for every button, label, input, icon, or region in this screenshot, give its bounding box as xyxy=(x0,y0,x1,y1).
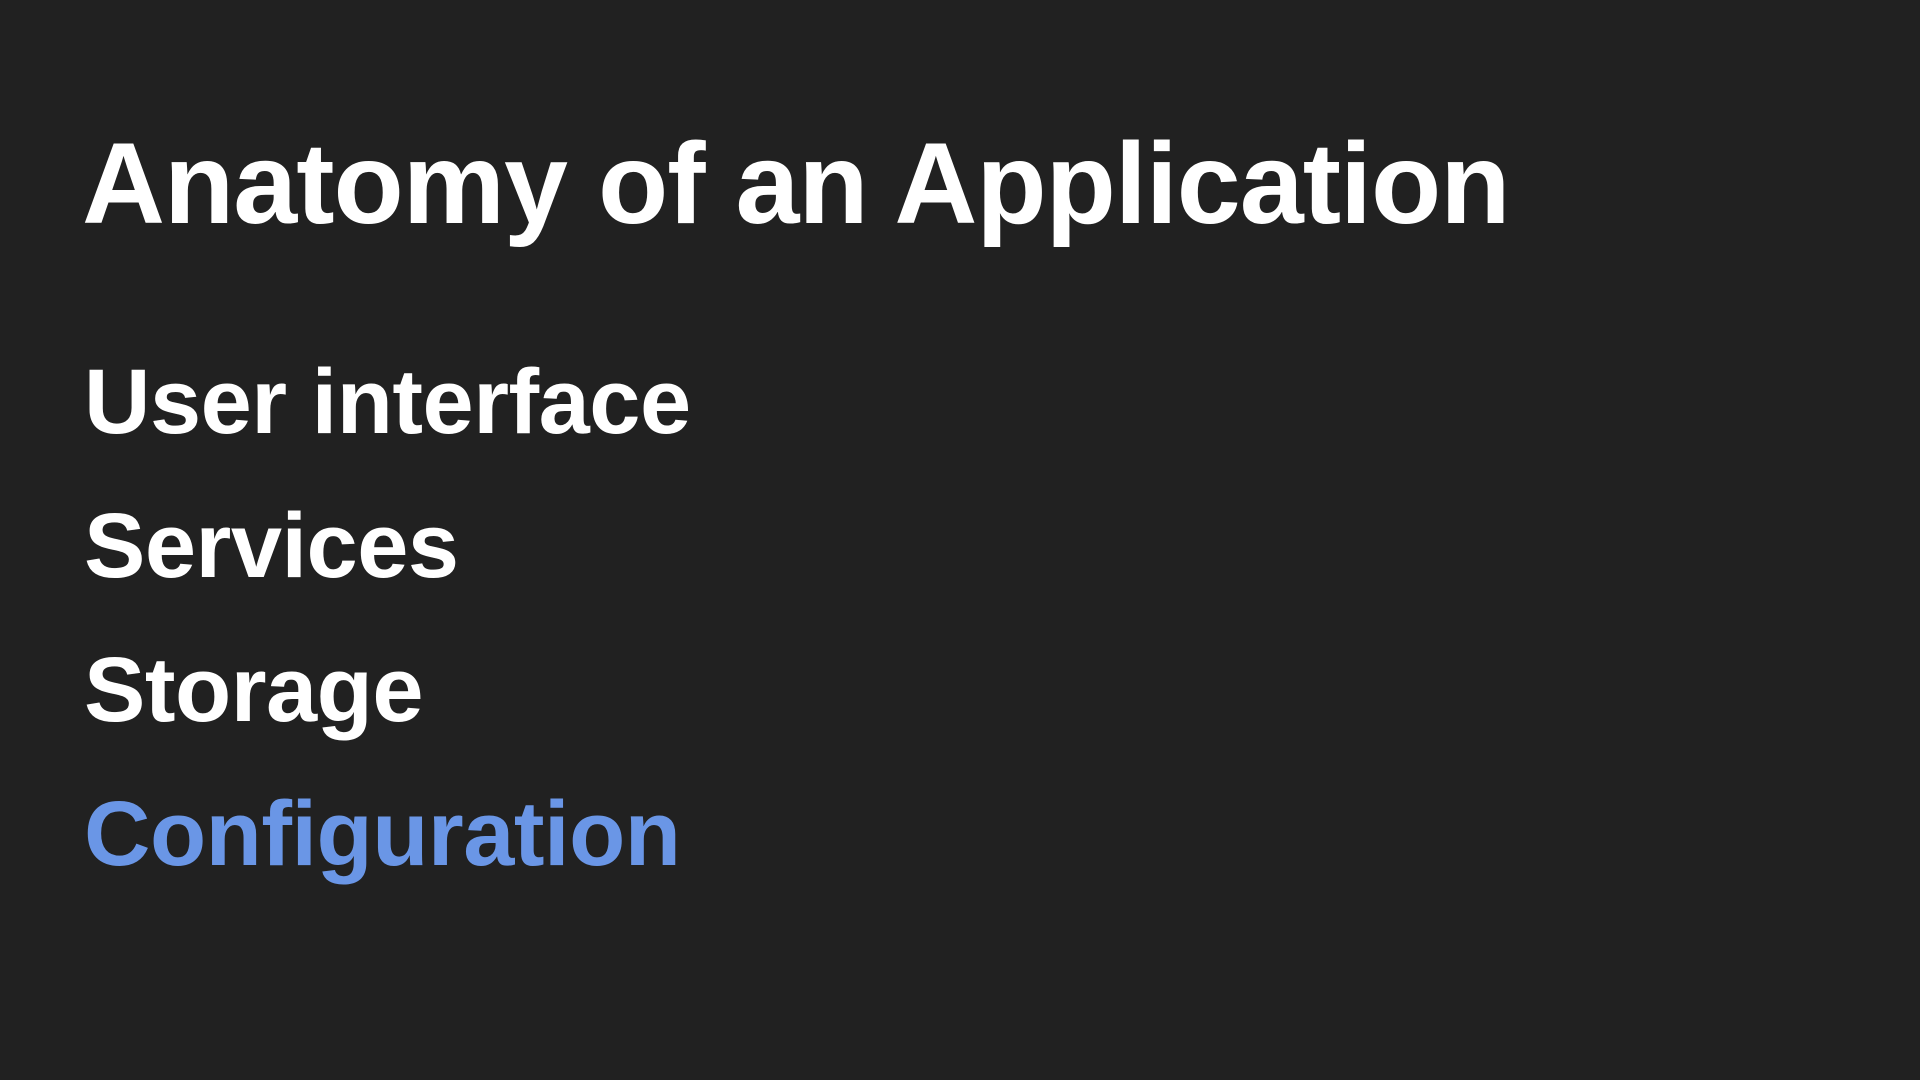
topic-item-services: Services xyxy=(84,495,459,597)
topic-list: User interface Services Storage Configur… xyxy=(84,330,691,906)
topic-item-user-interface: User interface xyxy=(84,351,691,453)
slide-title: Anatomy of an Application xyxy=(82,120,1510,248)
topic-item-storage: Storage xyxy=(84,639,424,741)
slide: Anatomy of an Application User interface… xyxy=(0,0,1920,1080)
topic-item-configuration: Configuration xyxy=(84,783,681,885)
